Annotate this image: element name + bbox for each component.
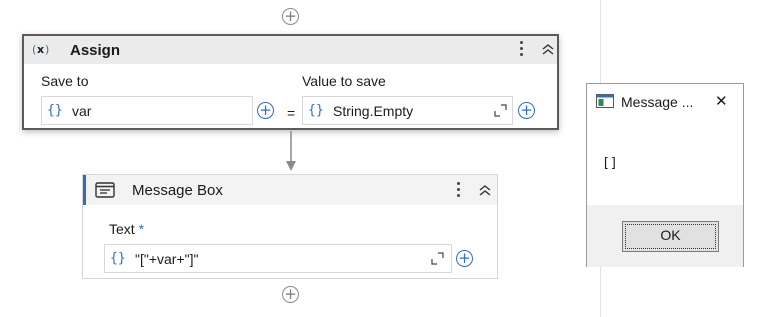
assign-title: Assign: [70, 42, 121, 59]
ok-button[interactable]: OK: [622, 221, 719, 252]
required-mark: *: [138, 221, 145, 237]
value-to-save-label: Value to save: [302, 73, 386, 89]
svg-text:x: x: [37, 43, 44, 56]
close-icon[interactable]: ✕: [715, 92, 728, 110]
save-to-field[interactable]: {} var: [41, 96, 253, 125]
add-activity-top-icon[interactable]: +: [282, 8, 299, 25]
dialog-message: []: [602, 156, 618, 171]
assign-collapse-icon[interactable]: [541, 43, 555, 56]
message-box-collapse-icon[interactable]: [478, 184, 492, 197]
text-label-text: Text: [109, 221, 135, 237]
value-to-save-value: String.Empty: [333, 103, 414, 119]
text-field-value: "["+var+"]": [135, 251, 199, 267]
app-window-icon: [596, 94, 614, 108]
expression-braces-icon: {}: [308, 103, 324, 118]
value-add-icon[interactable]: +: [518, 102, 535, 119]
dialog-title: Message ...: [621, 94, 694, 110]
message-box-icon: [95, 182, 115, 198]
svg-text:): ): [45, 43, 49, 56]
expression-braces-icon: {}: [110, 251, 126, 266]
message-box-activity-card[interactable]: Message Box Text * {} "["+var+"]" +: [82, 174, 498, 279]
save-to-add-icon[interactable]: +: [257, 102, 274, 119]
message-dialog: Message ... ✕ [] OK: [586, 83, 744, 267]
connector-arrow-icon: [286, 131, 296, 171]
add-activity-bottom-icon[interactable]: +: [282, 286, 299, 303]
equals-sign: =: [287, 105, 296, 121]
message-box-more-icon[interactable]: [457, 182, 461, 200]
value-to-save-field[interactable]: {} String.Empty: [302, 96, 513, 125]
message-box-title: Message Box: [132, 182, 223, 199]
variable-x-icon: ( x ): [32, 43, 49, 56]
expand-editor-icon[interactable]: [431, 252, 444, 265]
save-to-label: Save to: [41, 73, 89, 89]
assign-activity-card[interactable]: ( x ) Assign Save to Value to save {} va…: [22, 34, 559, 130]
expression-braces-icon: {}: [47, 103, 63, 118]
expand-editor-icon[interactable]: [494, 104, 507, 117]
text-field[interactable]: {} "["+var+"]": [104, 244, 452, 273]
selection-accent: [83, 175, 86, 205]
svg-text:(: (: [32, 43, 36, 56]
text-label: Text *: [109, 221, 144, 237]
focus-rect: [625, 224, 716, 249]
text-add-icon[interactable]: +: [456, 250, 473, 267]
assign-more-icon[interactable]: [520, 41, 524, 59]
save-to-value: var: [72, 103, 92, 119]
